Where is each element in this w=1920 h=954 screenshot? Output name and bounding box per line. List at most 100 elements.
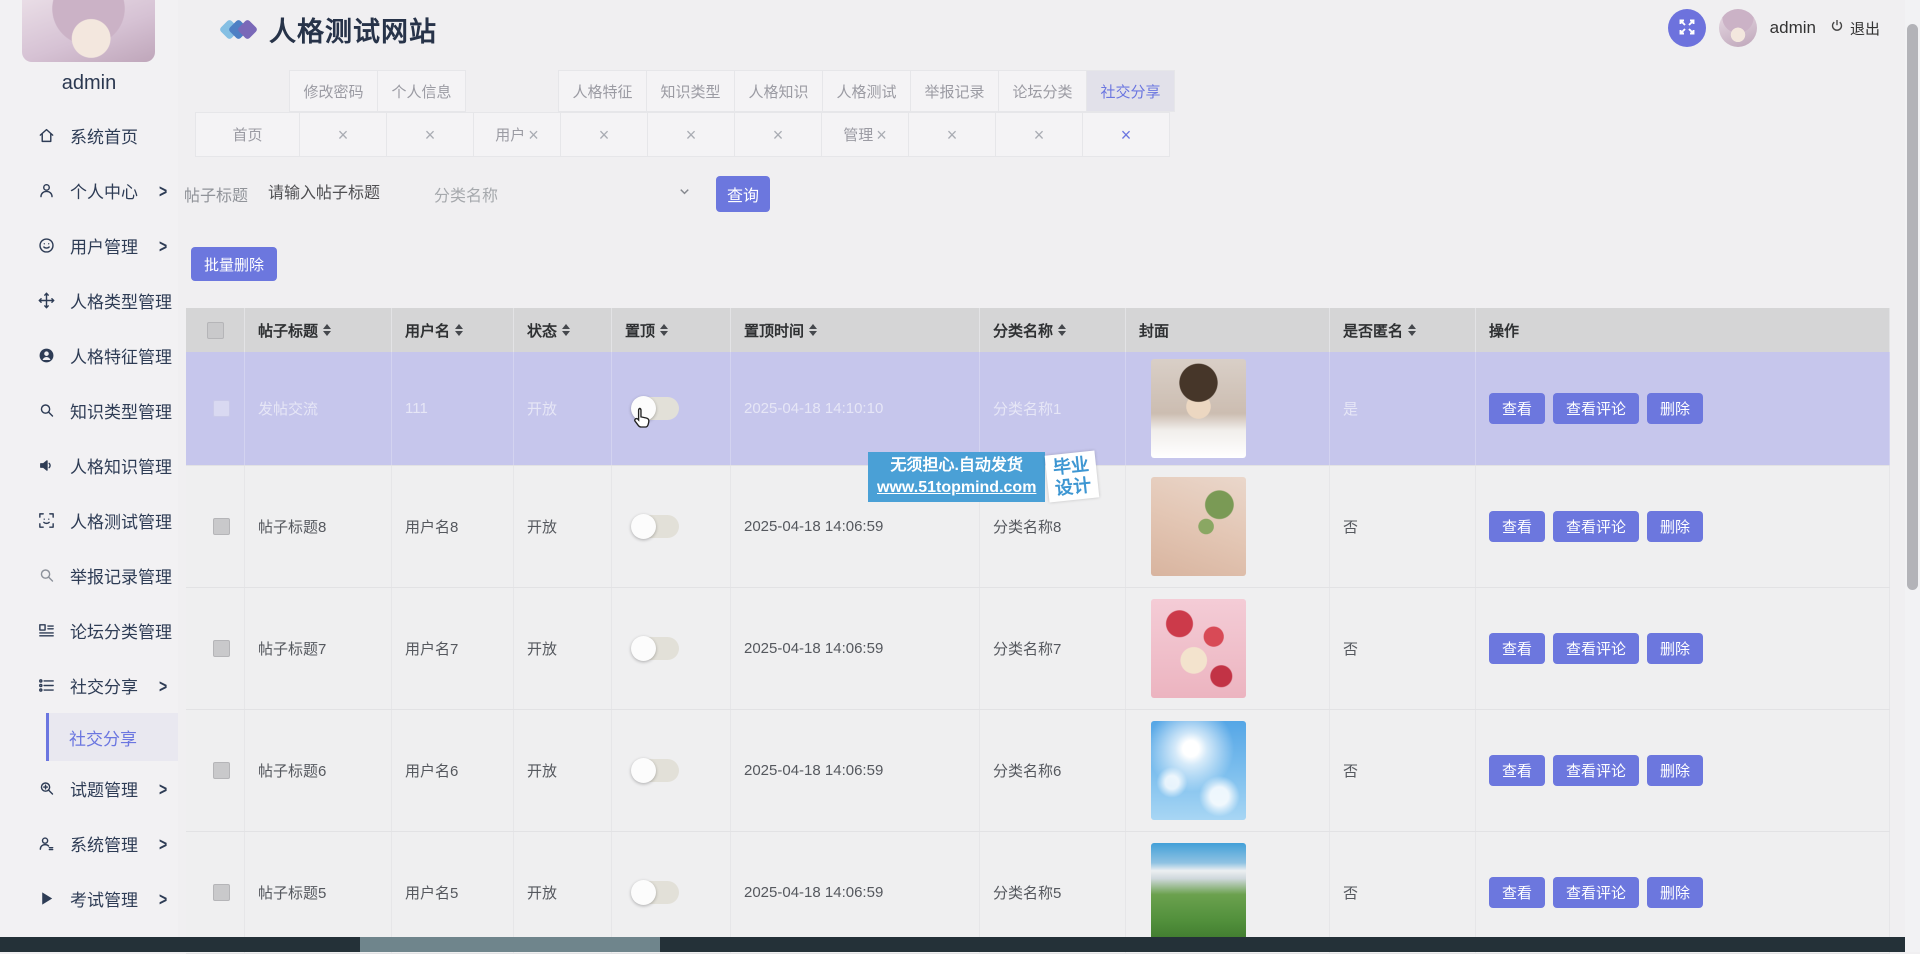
close-icon[interactable]: × bbox=[686, 126, 697, 144]
pin-toggle[interactable] bbox=[632, 515, 679, 538]
column-header-用户名[interactable]: 用户名 bbox=[392, 308, 514, 352]
close-icon[interactable]: × bbox=[338, 126, 349, 144]
action-button-view[interactable]: 查看 bbox=[1489, 755, 1545, 786]
batch-delete-button[interactable]: 批量删除 bbox=[191, 247, 277, 281]
sidebar-item-8[interactable]: 人格测试管理> bbox=[0, 493, 178, 548]
pin-toggle[interactable] bbox=[632, 637, 679, 660]
action-button-delete[interactable]: 删除 bbox=[1647, 511, 1703, 542]
category-select[interactable]: 分类名称 bbox=[434, 182, 692, 206]
action-button-view-comments[interactable]: 查看评论 bbox=[1553, 633, 1639, 664]
sidebar-item-1[interactable]: 系统首页 bbox=[0, 108, 178, 163]
close-icon[interactable]: × bbox=[947, 126, 958, 144]
close-icon[interactable]: × bbox=[425, 126, 436, 144]
tab-title-9[interactable]: 社交分享 bbox=[1086, 70, 1175, 112]
row-checkbox[interactable] bbox=[213, 762, 230, 779]
sidebar-item-3[interactable]: 用户管理> bbox=[0, 218, 178, 273]
sort-icon[interactable] bbox=[660, 320, 668, 340]
table-row-3: 帖子标题7用户名7开放2025-04-18 14:06:59分类名称7否查看查看… bbox=[186, 588, 1890, 710]
horizontal-scrollbar-thumb[interactable] bbox=[360, 937, 660, 952]
tab-title-6[interactable]: 人格测试 bbox=[822, 70, 911, 112]
tab-title-5[interactable]: 人格知识 bbox=[734, 70, 823, 112]
action-button-delete[interactable]: 删除 bbox=[1647, 633, 1703, 664]
sort-icon[interactable] bbox=[1058, 320, 1066, 340]
action-button-view[interactable]: 查看 bbox=[1489, 877, 1545, 908]
action-button-delete[interactable]: 删除 bbox=[1647, 755, 1703, 786]
tab-title-7[interactable]: 举报记录 bbox=[910, 70, 999, 112]
vertical-scrollbar-thumb[interactable] bbox=[1907, 24, 1918, 590]
column-header-分类名称[interactable]: 分类名称 bbox=[980, 308, 1126, 352]
tab-page-4[interactable]: 用户× bbox=[473, 112, 561, 157]
header-select-all[interactable] bbox=[186, 308, 245, 352]
column-header-状态[interactable]: 状态 bbox=[514, 308, 612, 352]
sidebar-item-7[interactable]: 人格知识管理> bbox=[0, 438, 178, 493]
tab-title-1[interactable]: 修改密码 bbox=[289, 70, 378, 112]
post-title-input[interactable] bbox=[266, 184, 426, 204]
sort-icon[interactable] bbox=[323, 320, 331, 340]
action-button-delete[interactable]: 删除 bbox=[1647, 877, 1703, 908]
column-header-置顶时间[interactable]: 置顶时间 bbox=[731, 308, 980, 352]
tab-page-9[interactable]: × bbox=[908, 112, 996, 157]
sort-icon[interactable] bbox=[455, 320, 463, 340]
tab-page-6[interactable]: × bbox=[647, 112, 735, 157]
action-button-view-comments[interactable]: 查看评论 bbox=[1553, 511, 1639, 542]
sidebar-item-11[interactable]: 社交分享> bbox=[0, 658, 178, 713]
sidebar-item-12[interactable]: 试题管理> bbox=[0, 761, 178, 816]
action-button-view[interactable]: 查看 bbox=[1489, 511, 1545, 542]
close-icon[interactable]: × bbox=[773, 126, 784, 144]
tab-page-5[interactable]: × bbox=[560, 112, 648, 157]
close-icon[interactable]: × bbox=[1034, 126, 1045, 144]
tab-page-2[interactable]: × bbox=[299, 112, 387, 157]
topbar-avatar[interactable] bbox=[1719, 9, 1757, 47]
tab-page-11[interactable]: × bbox=[1082, 112, 1170, 157]
horizontal-scrollbar[interactable] bbox=[0, 937, 1905, 952]
tab-page-7[interactable]: × bbox=[734, 112, 822, 157]
close-icon[interactable]: × bbox=[528, 126, 539, 144]
vertical-scrollbar[interactable] bbox=[1905, 0, 1920, 952]
cell-cover bbox=[1126, 832, 1330, 953]
pin-toggle[interactable] bbox=[632, 397, 679, 420]
row-checkbox[interactable] bbox=[213, 518, 230, 535]
tab-page-10[interactable]: × bbox=[995, 112, 1083, 157]
sidebar-subitem-社交分享[interactable]: 社交分享 bbox=[46, 713, 178, 761]
tab-title-2[interactable]: 个人信息 bbox=[377, 70, 466, 112]
tab-title-8[interactable]: 论坛分类 bbox=[998, 70, 1087, 112]
tab-page-8[interactable]: 管理× bbox=[821, 112, 909, 157]
close-icon[interactable]: × bbox=[599, 126, 610, 144]
action-button-view-comments[interactable]: 查看评论 bbox=[1553, 877, 1639, 908]
column-header-是否匿名[interactable]: 是否匿名 bbox=[1330, 308, 1476, 352]
logout-button[interactable]: 退出 bbox=[1829, 18, 1880, 39]
action-button-view-comments[interactable]: 查看评论 bbox=[1553, 755, 1639, 786]
sidebar-item-4[interactable]: 人格类型管理> bbox=[0, 273, 178, 328]
sidebar-item-9[interactable]: 举报记录管理> bbox=[0, 548, 178, 603]
sidebar-item-14[interactable]: 考试管理> bbox=[0, 871, 178, 926]
close-icon[interactable]: × bbox=[876, 126, 887, 144]
tab-title-4[interactable]: 知识类型 bbox=[646, 70, 735, 112]
tab-page-1[interactable]: 首页 bbox=[195, 112, 300, 157]
action-button-delete[interactable]: 删除 bbox=[1647, 393, 1703, 424]
close-icon[interactable]: × bbox=[1121, 126, 1132, 144]
action-button-view[interactable]: 查看 bbox=[1489, 633, 1545, 664]
select-all-checkbox[interactable] bbox=[207, 322, 224, 339]
action-button-view[interactable]: 查看 bbox=[1489, 393, 1545, 424]
sidebar-item-2[interactable]: 个人中心> bbox=[0, 163, 178, 218]
search-button[interactable]: 查询 bbox=[716, 176, 770, 212]
fullscreen-button[interactable] bbox=[1668, 9, 1706, 47]
column-header-置顶[interactable]: 置顶 bbox=[612, 308, 731, 352]
row-checkbox[interactable] bbox=[213, 400, 230, 417]
column-header-帖子标题[interactable]: 帖子标题 bbox=[245, 308, 392, 352]
row-checkbox[interactable] bbox=[213, 884, 230, 901]
sidebar-item-6[interactable]: 知识类型管理> bbox=[0, 383, 178, 438]
sort-icon[interactable] bbox=[809, 320, 817, 340]
pin-toggle[interactable] bbox=[632, 881, 679, 904]
tab-title-3[interactable]: 人格特征 bbox=[558, 70, 647, 112]
row-checkbox[interactable] bbox=[213, 640, 230, 657]
sidebar-item-10[interactable]: 论坛分类管理> bbox=[0, 603, 178, 658]
pin-toggle[interactable] bbox=[632, 759, 679, 782]
action-button-view-comments[interactable]: 查看评论 bbox=[1553, 393, 1639, 424]
sort-icon[interactable] bbox=[562, 320, 570, 340]
sidebar-item-13[interactable]: 系统管理> bbox=[0, 816, 178, 871]
tab-page-3[interactable]: × bbox=[386, 112, 474, 157]
sort-icon[interactable] bbox=[1408, 320, 1416, 340]
sidebar-item-5[interactable]: 人格特征管理> bbox=[0, 328, 178, 383]
zoom-in-icon bbox=[37, 779, 57, 799]
